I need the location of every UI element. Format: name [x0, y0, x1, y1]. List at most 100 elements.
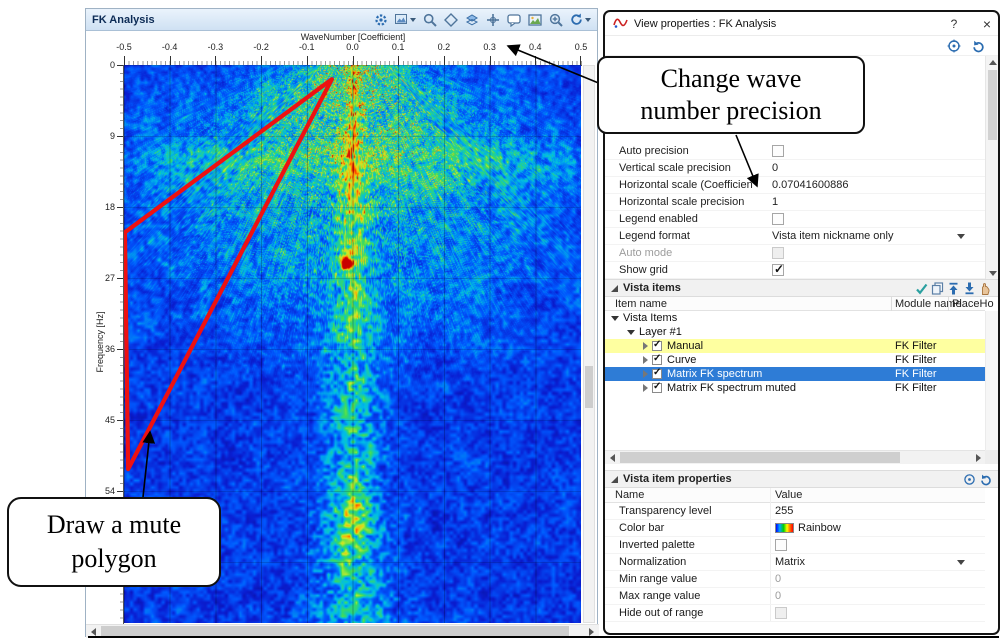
column-header-value[interactable]: Value — [775, 489, 802, 501]
item-checkbox[interactable] — [652, 355, 662, 365]
scroll-left-button[interactable] — [605, 451, 619, 464]
target-icon[interactable] — [947, 38, 961, 54]
scroll-right-button[interactable] — [971, 451, 985, 464]
property-name: Hide out of range — [619, 607, 769, 619]
item-property-inverted-palette[interactable]: Inverted palette — [605, 537, 985, 554]
property-row-show-grid[interactable]: Show grid — [605, 262, 985, 279]
copy-icon[interactable] — [931, 280, 944, 296]
scroll-down-button[interactable] — [986, 267, 999, 279]
property-value[interactable]: Matrix — [775, 556, 970, 568]
snapshot-icon[interactable] — [528, 12, 542, 28]
item-property-min-range[interactable]: Min range value 0 — [605, 571, 985, 588]
column-header-placeholder[interactable]: PlaceHo — [952, 298, 994, 310]
property-row-auto-mode[interactable]: Auto mode — [605, 245, 985, 262]
property-value[interactable]: 1 — [772, 196, 972, 208]
vista-items-table-header[interactable]: Item name Module name PlaceHo — [605, 297, 985, 311]
tree-row-vista-items[interactable]: Vista Items — [605, 311, 985, 325]
property-row-horizontal-scale[interactable]: Horizontal scale (Coefficien 0.070416008… — [605, 177, 985, 194]
close-button[interactable]: × — [978, 15, 996, 33]
property-row-auto-precision[interactable]: Auto precision — [605, 143, 985, 160]
dropdown-arrow[interactable] — [957, 560, 965, 565]
pan-view-icon[interactable] — [395, 12, 416, 28]
item-property-normalization[interactable]: Normalization Matrix — [605, 554, 985, 571]
property-row-legend-enabled[interactable]: Legend enabled — [605, 211, 985, 228]
tree-row-matrix-fk-spectrum[interactable]: Matrix FK spectrum FK Filter — [605, 367, 985, 381]
move-down-icon[interactable] — [963, 280, 976, 296]
hand-icon[interactable] — [979, 280, 992, 296]
property-name: Auto mode — [619, 247, 771, 259]
property-grid-toolbar — [605, 36, 998, 56]
item-property-hide-out-of-range[interactable]: Hide out of range — [605, 605, 985, 622]
item-checkbox[interactable] — [652, 383, 662, 393]
tree-row-matrix-fk-spectrum-muted[interactable]: Matrix FK spectrum muted FK Filter — [605, 381, 985, 395]
collapse-triangle-icon[interactable] — [611, 285, 618, 292]
expander-closed-icon[interactable] — [643, 342, 648, 350]
item-properties-table-header[interactable]: Name Value — [605, 488, 985, 503]
vista-items-section-header[interactable]: Vista items — [605, 279, 998, 297]
expander-closed-icon[interactable] — [643, 384, 648, 392]
checkbox[interactable] — [775, 539, 787, 551]
zoom-extents-icon[interactable] — [549, 12, 563, 28]
property-value[interactable]: Vista item nickname only — [772, 230, 972, 242]
callout-text: Change wave — [661, 63, 802, 96]
checkbox — [772, 247, 784, 259]
expander-closed-icon[interactable] — [643, 370, 648, 378]
annotation-icon[interactable] — [507, 12, 521, 28]
target-icon[interactable] — [963, 471, 976, 487]
polygon-select-icon[interactable] — [444, 12, 458, 28]
tree-item-label: Curve — [667, 354, 696, 366]
expander-open-icon[interactable] — [627, 330, 635, 335]
item-property-transparency[interactable]: Transparency level 255 — [605, 503, 985, 520]
item-checkbox[interactable] — [652, 369, 662, 379]
dropdown-arrow[interactable] — [957, 234, 965, 239]
property-value[interactable]: Rainbow — [775, 522, 970, 534]
vscroll-thumb[interactable] — [585, 366, 593, 408]
scroll-up-button[interactable] — [986, 56, 999, 68]
tree-vertical-scrollbar[interactable] — [985, 311, 998, 450]
crosshair-icon[interactable] — [486, 12, 500, 28]
collapse-triangle-icon[interactable] — [611, 476, 618, 483]
property-value[interactable]: 0.07041600886 — [772, 179, 972, 191]
property-value[interactable]: 255 — [775, 505, 970, 517]
item-property-color-bar[interactable]: Color bar Rainbow — [605, 520, 985, 537]
check-icon[interactable] — [915, 280, 928, 296]
refresh-icon[interactable] — [570, 12, 591, 28]
dropdown-arrow — [585, 18, 591, 22]
tree-row-layer-1[interactable]: Layer #1 — [605, 325, 985, 339]
item-checkbox[interactable] — [652, 341, 662, 351]
expander-closed-icon[interactable] — [643, 356, 648, 364]
checkbox[interactable] — [772, 264, 784, 276]
column-header-name[interactable]: Name — [615, 489, 644, 501]
layers-icon[interactable] — [465, 12, 479, 28]
property-value[interactable]: 0 — [772, 162, 972, 174]
callout-draw-a-mute-polygon: Draw a mute polygon — [7, 497, 221, 587]
vista-item-properties-section-header[interactable]: Vista item properties — [605, 470, 998, 488]
help-button[interactable]: ? — [945, 15, 963, 33]
settings-icon[interactable] — [374, 12, 388, 28]
property-name: Horizontal scale (Coefficien — [619, 179, 771, 191]
hscroll-thumb[interactable] — [101, 626, 569, 636]
checkbox[interactable] — [772, 145, 784, 157]
tree-horizontal-scrollbar[interactable] — [605, 450, 985, 464]
property-row-vertical-scale-precision[interactable]: Vertical scale precision 0 — [605, 160, 985, 177]
move-up-icon[interactable] — [947, 280, 960, 296]
property-grid-scrollbar[interactable] — [985, 56, 998, 279]
expander-open-icon[interactable] — [611, 316, 619, 321]
y-tick: 27 — [105, 273, 115, 283]
scroll-thumb[interactable] — [620, 452, 900, 463]
zoom-icon[interactable] — [423, 12, 437, 28]
undo-icon[interactable] — [971, 38, 985, 54]
checkbox[interactable] — [772, 213, 784, 225]
x-tick: 0.1 — [392, 42, 405, 52]
column-header-item-name[interactable]: Item name — [615, 298, 667, 310]
property-row-legend-format[interactable]: Legend format Vista item nickname only — [605, 228, 985, 245]
y-tick: 18 — [105, 202, 115, 212]
undo-icon[interactable] — [979, 471, 992, 487]
scroll-thumb[interactable] — [988, 70, 997, 140]
item-property-max-range[interactable]: Max range value 0 — [605, 588, 985, 605]
tree-row-manual[interactable]: Manual FK Filter — [605, 339, 985, 353]
property-row-horizontal-scale-precision[interactable]: Horizontal scale precision 1 — [605, 194, 985, 211]
tree-row-curve[interactable]: Curve FK Filter — [605, 353, 985, 367]
property-value: 0 — [775, 573, 970, 585]
plot-vertical-scrollbar[interactable] — [583, 65, 595, 623]
